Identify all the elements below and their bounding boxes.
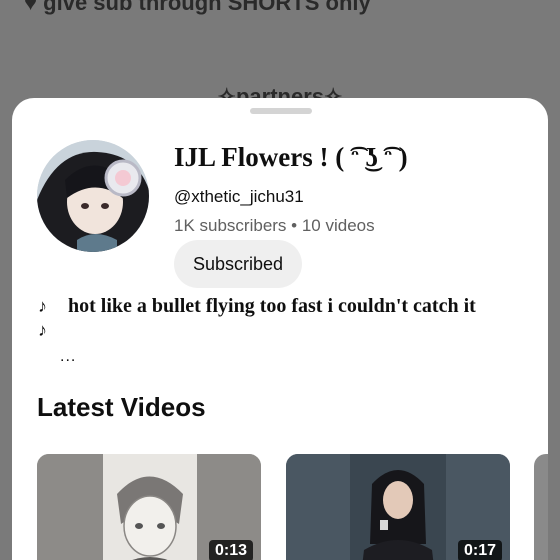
- video-duration: 0:13: [208, 540, 253, 560]
- video-thumbnail[interactable]: 0:17: [286, 454, 510, 560]
- subscribed-button[interactable]: Subscribed: [174, 240, 303, 288]
- description-more[interactable]: ...: [60, 348, 76, 366]
- section-title: Latest Videos: [37, 392, 206, 422]
- video-thumbnail[interactable]: 0:13: [37, 454, 261, 560]
- avatar-image: [37, 140, 149, 252]
- channel-handle: @xthetic_jichu31: [174, 187, 304, 206]
- channel-description[interactable]: ♪ hot like a bullet flying too fast i cou…: [38, 294, 538, 342]
- avatar[interactable]: [37, 140, 149, 252]
- background-banner-text: ♥ give sub through SHORTS only: [24, 0, 371, 15]
- channel-bottom-sheet: IJL Flowers ! ( ͡ᵔ ͜ʖ ͡ᵔ ) @xthetic_jich…: [12, 98, 548, 560]
- channel-stats: 1K subscribers • 10 videos: [174, 216, 375, 235]
- video-thumbnail-partial[interactable]: [534, 454, 548, 560]
- channel-name: IJL Flowers ! ( ͡ᵔ ͜ʖ ͡ᵔ ): [174, 142, 408, 172]
- description-text: hot like a bullet flying too fast i coul…: [68, 295, 476, 317]
- video-duration: 0:17: [457, 540, 502, 560]
- drag-handle[interactable]: [250, 108, 312, 114]
- music-note-icon: ♪: [38, 320, 47, 340]
- music-note-icon: ♪: [38, 296, 47, 316]
